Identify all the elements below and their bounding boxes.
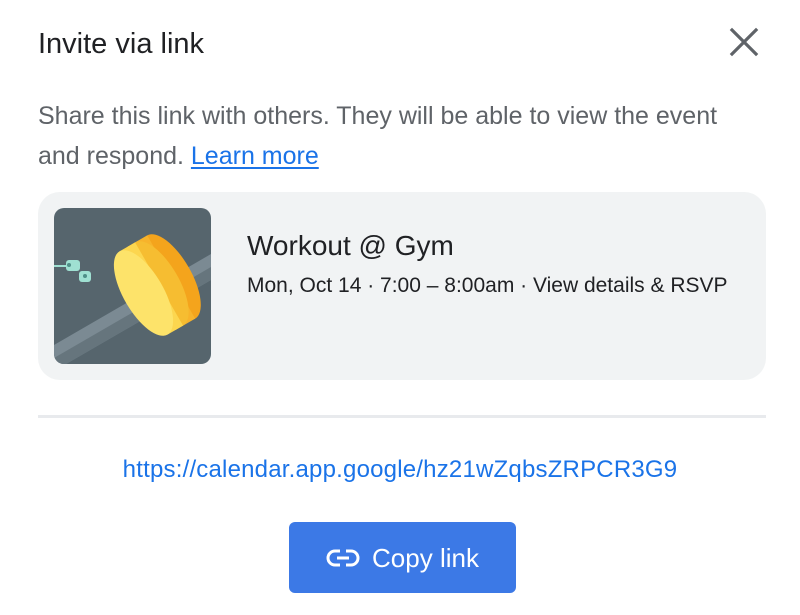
dialog-title: Invite via link	[38, 28, 205, 60]
invite-dialog: Invite via link Share this link with oth…	[0, 0, 800, 615]
learn-more-link[interactable]: Learn more	[191, 142, 319, 170]
divider	[38, 415, 766, 418]
share-url[interactable]: https://calendar.app.google/hz21wZqbsZRP…	[0, 452, 800, 488]
close-icon	[729, 27, 759, 57]
copy-link-button[interactable]: Copy link	[289, 522, 516, 593]
dumbbell-illustration-icon	[54, 208, 211, 364]
event-details[interactable]: Mon, Oct 14 · 7:00 – 8:00am · View detai…	[247, 266, 747, 305]
event-title: Workout @ Gym	[247, 230, 454, 261]
link-icon	[326, 549, 360, 566]
description-text: Share this link with others. They will b…	[38, 102, 718, 170]
dialog-description: Share this link with others. They will b…	[38, 96, 758, 176]
close-button[interactable]	[724, 22, 764, 62]
event-thumbnail	[54, 208, 211, 364]
copy-link-label: Copy link	[372, 542, 479, 573]
event-card[interactable]: Workout @ Gym Mon, Oct 14 · 7:00 – 8:00a…	[38, 192, 766, 380]
